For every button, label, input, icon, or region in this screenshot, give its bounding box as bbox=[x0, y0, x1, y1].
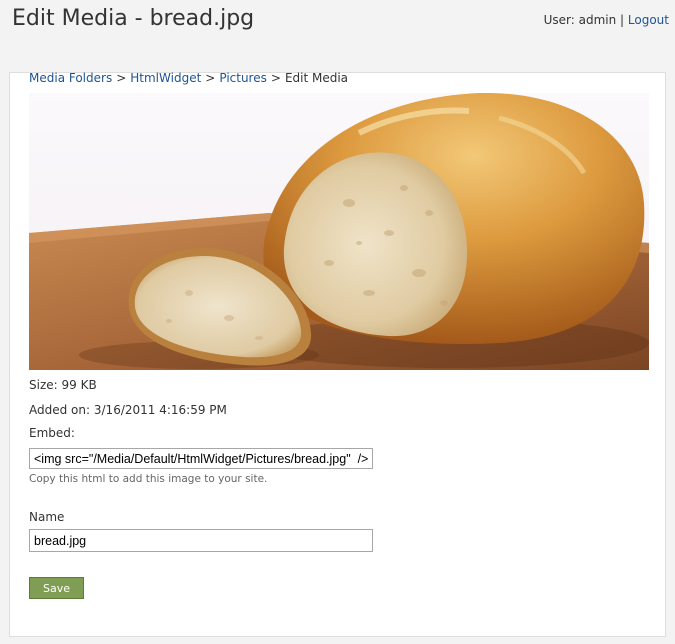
breadcrumb-separator: > bbox=[205, 71, 216, 85]
user-name: admin bbox=[578, 13, 617, 27]
breadcrumb-separator: > bbox=[116, 71, 127, 85]
added-info: Added on: 3/16/2011 4:16:59 PM bbox=[29, 403, 227, 417]
embed-label: Embed: bbox=[29, 426, 75, 440]
name-label: Name bbox=[29, 510, 65, 524]
embed-hint: Copy this html to add this image to your… bbox=[29, 473, 268, 485]
save-button[interactable]: Save bbox=[29, 577, 84, 599]
edit-media-panel: Media Folders > HtmlWidget > Pictures > Edit M… bbox=[9, 71, 666, 637]
size-label: Size: bbox=[29, 378, 58, 392]
breadcrumb-pictures[interactable]: Pictures bbox=[219, 71, 267, 85]
added-label: Added on: bbox=[29, 403, 91, 417]
user-area: User: admin | Logout bbox=[544, 13, 669, 27]
breadcrumb-separator: > bbox=[270, 71, 281, 85]
embed-code-field[interactable] bbox=[29, 448, 373, 469]
name-field[interactable] bbox=[29, 529, 373, 552]
breadcrumb-media-folders[interactable]: Media Folders bbox=[29, 71, 112, 85]
size-info: Size: 99 KB bbox=[29, 378, 97, 392]
user-separator: | bbox=[620, 13, 625, 27]
breadcrumb-current: Edit Media bbox=[284, 71, 349, 85]
logout-link[interactable]: Logout bbox=[628, 13, 669, 27]
added-value: 3/16/2011 4:16:59 PM bbox=[93, 403, 227, 417]
size-value: 99 KB bbox=[61, 378, 97, 392]
media-preview-image bbox=[29, 93, 649, 370]
breadcrumb-htmlwidget[interactable]: HtmlWidget bbox=[130, 71, 201, 85]
breadcrumb: Media Folders > HtmlWidget > Pictures > Edit M… bbox=[29, 71, 348, 85]
page-title: Edit Media - bread.jpg bbox=[12, 6, 255, 31]
user-label: User: bbox=[543, 13, 575, 27]
